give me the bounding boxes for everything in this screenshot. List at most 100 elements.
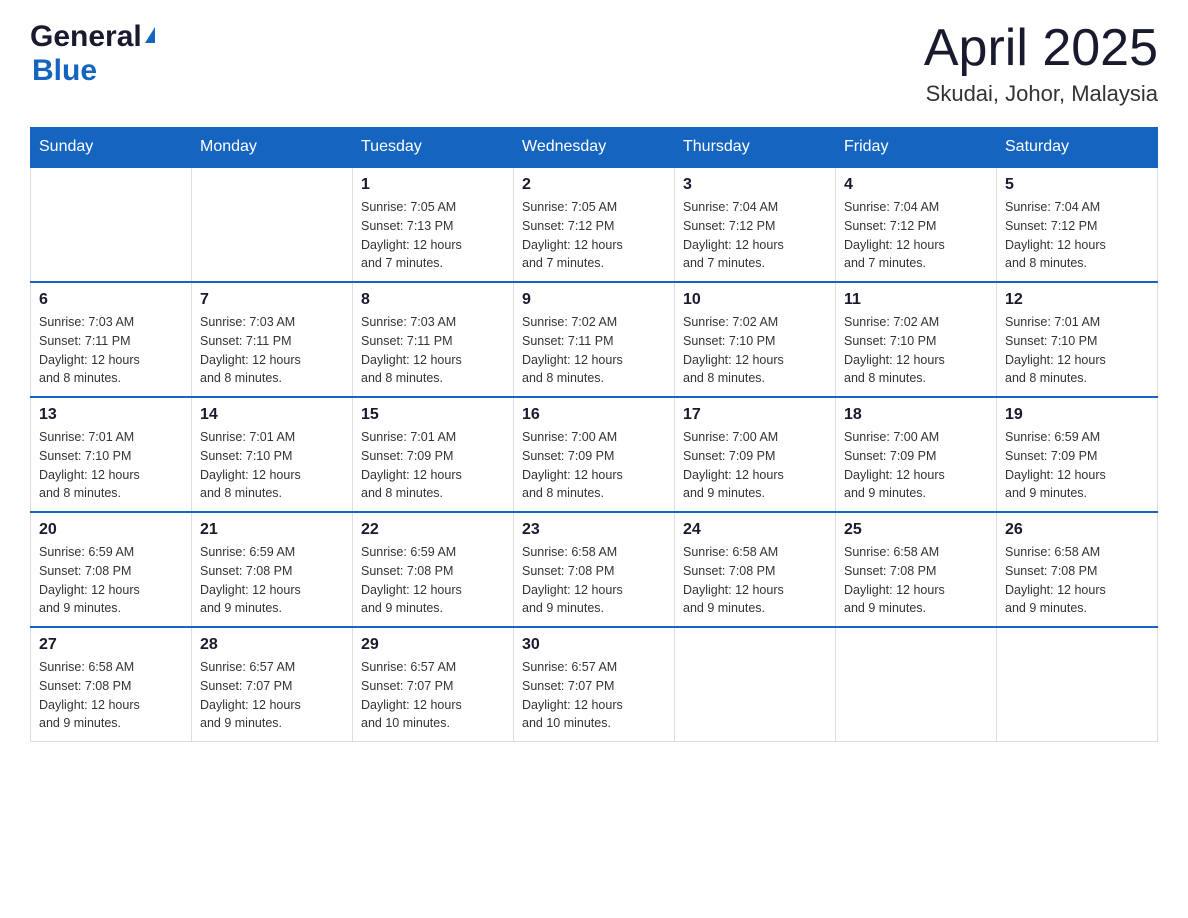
calendar-cell: 4 Sunrise: 7:04 AM Sunset: 7:12 PM Daylig…: [836, 167, 997, 282]
calendar-cell: [836, 627, 997, 742]
day-info: Sunrise: 7:03 AM Sunset: 7:11 PM Dayligh…: [39, 313, 183, 388]
day-number: 6: [39, 291, 183, 309]
calendar-cell: 15 Sunrise: 7:01 AM Sunset: 7:09 PM Dayli…: [353, 397, 514, 512]
day-info: Sunrise: 7:01 AM Sunset: 7:10 PM Dayligh…: [39, 428, 183, 503]
calendar-cell: 3 Sunrise: 7:04 AM Sunset: 7:12 PM Daylig…: [675, 167, 836, 282]
day-info: Sunrise: 6:59 AM Sunset: 7:08 PM Dayligh…: [200, 543, 344, 618]
location-subtitle: Skudai, Johor, Malaysia: [924, 81, 1158, 107]
calendar-cell: 14 Sunrise: 7:01 AM Sunset: 7:10 PM Dayli…: [192, 397, 353, 512]
day-info: Sunrise: 6:57 AM Sunset: 7:07 PM Dayligh…: [200, 658, 344, 733]
logo: General Blue: [30, 20, 155, 88]
day-number: 14: [200, 406, 344, 424]
week-row-3: 13 Sunrise: 7:01 AM Sunset: 7:10 PM Dayli…: [31, 397, 1158, 512]
calendar-cell: 22 Sunrise: 6:59 AM Sunset: 7:08 PM Dayli…: [353, 512, 514, 627]
calendar-cell: 12Sunrise: 7:01 AM Sunset: 7:10 PM Dayli…: [997, 282, 1158, 397]
day-number: 26: [1005, 521, 1149, 539]
day-number: 24: [683, 521, 827, 539]
calendar-table: SundayMondayTuesdayWednesdayThursdayFrid…: [30, 127, 1158, 742]
calendar-weekday-saturday: Saturday: [997, 128, 1158, 168]
day-number: 30: [522, 636, 666, 654]
calendar-weekday-friday: Friday: [836, 128, 997, 168]
day-info: Sunrise: 7:01 AM Sunset: 7:10 PM Dayligh…: [1005, 313, 1149, 388]
calendar-cell: 19 Sunrise: 6:59 AM Sunset: 7:09 PM Dayli…: [997, 397, 1158, 512]
day-number: 27: [39, 636, 183, 654]
day-info: Sunrise: 6:58 AM Sunset: 7:08 PM Dayligh…: [844, 543, 988, 618]
day-number: 2: [522, 176, 666, 194]
calendar-cell: 16 Sunrise: 7:00 AM Sunset: 7:09 PM Dayli…: [514, 397, 675, 512]
day-info: Sunrise: 7:00 AM Sunset: 7:09 PM Dayligh…: [683, 428, 827, 503]
day-info: Sunrise: 6:59 AM Sunset: 7:08 PM Dayligh…: [39, 543, 183, 618]
page-header: General Blue April 2025 Skudai, Johor, M…: [30, 20, 1158, 107]
day-number: 4: [844, 176, 988, 194]
calendar-cell: 26 Sunrise: 6:58 AM Sunset: 7:08 PM Dayli…: [997, 512, 1158, 627]
day-info: Sunrise: 7:02 AM Sunset: 7:10 PM Dayligh…: [844, 313, 988, 388]
calendar-weekday-sunday: Sunday: [31, 128, 192, 168]
calendar-cell: [192, 167, 353, 282]
day-info: Sunrise: 7:05 AM Sunset: 7:13 PM Dayligh…: [361, 198, 505, 273]
calendar-cell: 10 Sunrise: 7:02 AM Sunset: 7:10 PM Dayli…: [675, 282, 836, 397]
day-number: 11: [844, 291, 988, 309]
calendar-cell: [997, 627, 1158, 742]
calendar-cell: 6 Sunrise: 7:03 AM Sunset: 7:11 PM Daylig…: [31, 282, 192, 397]
day-info: Sunrise: 6:57 AM Sunset: 7:07 PM Dayligh…: [361, 658, 505, 733]
day-info: Sunrise: 6:58 AM Sunset: 7:08 PM Dayligh…: [1005, 543, 1149, 618]
day-info: Sunrise: 6:57 AM Sunset: 7:07 PM Dayligh…: [522, 658, 666, 733]
logo-blue-text: Blue: [32, 54, 97, 87]
day-number: 7: [200, 291, 344, 309]
day-number: 22: [361, 521, 505, 539]
day-info: Sunrise: 7:02 AM Sunset: 7:11 PM Dayligh…: [522, 313, 666, 388]
day-number: 13: [39, 406, 183, 424]
day-number: 16: [522, 406, 666, 424]
day-info: Sunrise: 6:58 AM Sunset: 7:08 PM Dayligh…: [39, 658, 183, 733]
week-row-2: 6 Sunrise: 7:03 AM Sunset: 7:11 PM Daylig…: [31, 282, 1158, 397]
day-number: 10: [683, 291, 827, 309]
calendar-header-row: SundayMondayTuesdayWednesdayThursdayFrid…: [31, 128, 1158, 168]
calendar-cell: 11 Sunrise: 7:02 AM Sunset: 7:10 PM Dayli…: [836, 282, 997, 397]
day-number: 18: [844, 406, 988, 424]
calendar-weekday-tuesday: Tuesday: [353, 128, 514, 168]
day-info: Sunrise: 6:59 AM Sunset: 7:09 PM Dayligh…: [1005, 428, 1149, 503]
day-number: 23: [522, 521, 666, 539]
calendar-cell: [31, 167, 192, 282]
calendar-cell: 1 Sunrise: 7:05 AM Sunset: 7:13 PM Daylig…: [353, 167, 514, 282]
day-info: Sunrise: 6:58 AM Sunset: 7:08 PM Dayligh…: [522, 543, 666, 618]
calendar-cell: [675, 627, 836, 742]
logo-general-text: General: [30, 20, 142, 54]
day-info: Sunrise: 7:03 AM Sunset: 7:11 PM Dayligh…: [361, 313, 505, 388]
day-number: 21: [200, 521, 344, 539]
day-number: 19: [1005, 406, 1149, 424]
calendar-cell: 17 Sunrise: 7:00 AM Sunset: 7:09 PM Dayli…: [675, 397, 836, 512]
day-info: Sunrise: 6:59 AM Sunset: 7:08 PM Dayligh…: [361, 543, 505, 618]
calendar-cell: 20Sunrise: 6:59 AM Sunset: 7:08 PM Dayli…: [31, 512, 192, 627]
calendar-cell: 23 Sunrise: 6:58 AM Sunset: 7:08 PM Dayli…: [514, 512, 675, 627]
calendar-cell: 5Sunrise: 7:04 AM Sunset: 7:12 PM Daylig…: [997, 167, 1158, 282]
day-number: 29: [361, 636, 505, 654]
day-info: Sunrise: 7:04 AM Sunset: 7:12 PM Dayligh…: [844, 198, 988, 273]
calendar-cell: 28Sunrise: 6:57 AM Sunset: 7:07 PM Dayli…: [192, 627, 353, 742]
day-info: Sunrise: 7:02 AM Sunset: 7:10 PM Dayligh…: [683, 313, 827, 388]
calendar-weekday-wednesday: Wednesday: [514, 128, 675, 168]
calendar-cell: 13 Sunrise: 7:01 AM Sunset: 7:10 PM Dayli…: [31, 397, 192, 512]
logo-arrow-icon: [145, 27, 155, 43]
week-row-5: 27 Sunrise: 6:58 AM Sunset: 7:08 PM Dayli…: [31, 627, 1158, 742]
day-info: Sunrise: 7:04 AM Sunset: 7:12 PM Dayligh…: [683, 198, 827, 273]
calendar-weekday-monday: Monday: [192, 128, 353, 168]
calendar-cell: 29 Sunrise: 6:57 AM Sunset: 7:07 PM Dayli…: [353, 627, 514, 742]
day-info: Sunrise: 7:01 AM Sunset: 7:09 PM Dayligh…: [361, 428, 505, 503]
day-info: Sunrise: 6:58 AM Sunset: 7:08 PM Dayligh…: [683, 543, 827, 618]
page-title: April 2025: [924, 20, 1158, 77]
day-number: 9: [522, 291, 666, 309]
day-info: Sunrise: 7:01 AM Sunset: 7:10 PM Dayligh…: [200, 428, 344, 503]
day-number: 15: [361, 406, 505, 424]
calendar-cell: 21 Sunrise: 6:59 AM Sunset: 7:08 PM Dayli…: [192, 512, 353, 627]
calendar-weekday-thursday: Thursday: [675, 128, 836, 168]
day-number: 17: [683, 406, 827, 424]
day-info: Sunrise: 7:05 AM Sunset: 7:12 PM Dayligh…: [522, 198, 666, 273]
day-number: 3: [683, 176, 827, 194]
day-number: 1: [361, 176, 505, 194]
day-info: Sunrise: 7:00 AM Sunset: 7:09 PM Dayligh…: [522, 428, 666, 503]
day-number: 25: [844, 521, 988, 539]
calendar-cell: 8Sunrise: 7:03 AM Sunset: 7:11 PM Daylig…: [353, 282, 514, 397]
calendar-cell: 30 Sunrise: 6:57 AM Sunset: 7:07 PM Dayli…: [514, 627, 675, 742]
calendar-cell: 2 Sunrise: 7:05 AM Sunset: 7:12 PM Daylig…: [514, 167, 675, 282]
